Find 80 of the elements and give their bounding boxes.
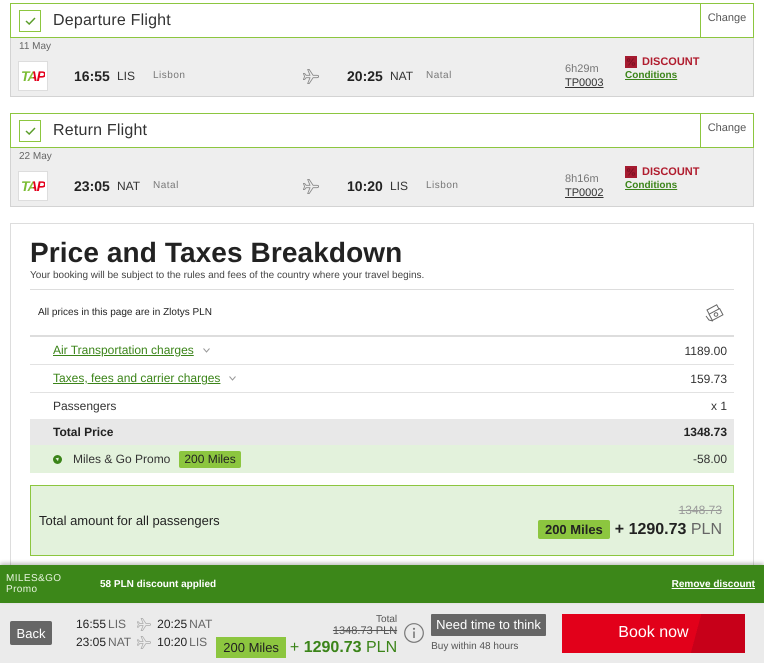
- flight-duration: 6h29m: [565, 62, 599, 76]
- charges-link[interactable]: Taxes, fees and carrier charges: [53, 371, 220, 386]
- arrival-airport-code: NAT: [390, 69, 414, 83]
- section-title: Price and Taxes Breakdown: [30, 237, 402, 268]
- flight-date: 22 May: [18, 151, 52, 163]
- banknotes-icon: [705, 304, 724, 322]
- currency-note: All prices in this page are in Zlotys PLN: [38, 307, 212, 318]
- flight-number-link[interactable]: TP0003: [565, 76, 604, 90]
- back-button[interactable]: Back: [10, 621, 52, 645]
- leg-departure-code: NAT: [108, 635, 132, 649]
- fare-label: DISCOUNT: [642, 166, 700, 178]
- leg-arrival-code: LIS: [189, 635, 208, 649]
- departure-airport-code: NAT: [117, 179, 140, 193]
- departure-city: Natal: [153, 180, 179, 192]
- price-value: 159.73: [690, 372, 727, 386]
- arrival-airport-code: LIS: [390, 179, 408, 193]
- promo-logo: MILES&GO Promo: [6, 573, 62, 595]
- total-price-value: 1348.73: [684, 425, 727, 439]
- section-subtitle: Your booking will be subject to the rules and fees of the country where your travel begins.: [30, 270, 424, 281]
- checkbox[interactable]: [19, 10, 41, 32]
- checkbox[interactable]: [19, 120, 41, 142]
- total-amount-label: Total amount for all passengers: [39, 513, 220, 528]
- row-value: x 1: [710, 399, 727, 413]
- change-button[interactable]: Change: [700, 114, 753, 147]
- remove-discount-link[interactable]: Remove discount: [672, 578, 755, 590]
- fare-label: DISCOUNT: [642, 56, 700, 68]
- departure-city: Lisbon: [153, 70, 186, 82]
- airplane-icon: [137, 636, 152, 648]
- think-button[interactable]: Need time to think: [431, 614, 546, 636]
- total-price: + 1290.73 PLN: [290, 638, 398, 658]
- flight-number-link[interactable]: TP0002: [565, 186, 604, 200]
- flight-title: Return Flight: [53, 120, 148, 140]
- miles-badge: 200 Miles: [538, 520, 610, 538]
- airplane-icon: [137, 618, 152, 630]
- original-price: 1348.73 PLN: [332, 625, 398, 637]
- purchase-deadline-note: Buy within 48 hours: [431, 640, 518, 652]
- checkmark-icon: [24, 126, 36, 134]
- chevron-icon[interactable]: [229, 376, 236, 381]
- airline-logo: TAP: [18, 171, 48, 201]
- total-price-label: Total Price: [53, 425, 114, 439]
- promo-icon: [53, 454, 62, 464]
- row-label: Passengers: [53, 399, 116, 413]
- charges-link[interactable]: Air Transportation charges: [53, 343, 194, 358]
- arrival-city: Lisbon: [426, 180, 458, 192]
- arrival-city: Natal: [426, 70, 452, 82]
- airplane-icon: [303, 68, 319, 84]
- info-icon[interactable]: [404, 623, 424, 643]
- book-now-button[interactable]: Book now: [562, 614, 745, 652]
- price-value: 1189.00: [684, 344, 727, 358]
- flight-duration: 8h16m: [565, 172, 599, 186]
- arrival-time: 10:20: [347, 178, 383, 194]
- flight-title: Departure Flight: [53, 10, 171, 30]
- discount-icon: [625, 56, 637, 68]
- departure-time: 16:55: [74, 68, 110, 84]
- discount-icon: [625, 166, 637, 178]
- conditions-link[interactable]: Conditions: [625, 179, 678, 193]
- departure-airport-code: LIS: [117, 69, 136, 83]
- airplane-icon: [303, 178, 319, 194]
- leg-departure-time: 23:05: [76, 635, 106, 649]
- original-price: 1348.73: [678, 502, 722, 516]
- miles-badge: 200 Miles: [216, 637, 286, 658]
- flight-date: 11 May: [18, 41, 52, 53]
- arrival-time: 20:25: [347, 68, 383, 84]
- discount-message: 58 PLN discount applied: [100, 578, 216, 590]
- discount-value: -58.00: [692, 452, 727, 466]
- conditions-link[interactable]: Conditions: [625, 69, 678, 83]
- total-amount: + 1290.73 PLN: [614, 520, 722, 538]
- total-label: Total: [376, 614, 398, 625]
- change-button[interactable]: Change: [700, 4, 753, 37]
- miles-badge: 200 Miles: [179, 450, 241, 468]
- leg-departure-time: 16:55: [76, 617, 106, 631]
- checkmark-icon: [24, 16, 36, 24]
- leg-arrival-code: NAT: [189, 617, 212, 631]
- leg-arrival-time: 20:25: [157, 617, 188, 631]
- leg-departure-code: LIS: [108, 617, 126, 631]
- promo-label: Miles & Go Promo: [73, 452, 170, 466]
- leg-arrival-time: 10:20: [157, 635, 188, 649]
- departure-time: 23:05: [74, 178, 110, 194]
- airline-logo: TAP: [18, 61, 48, 91]
- chevron-icon[interactable]: [202, 348, 210, 353]
